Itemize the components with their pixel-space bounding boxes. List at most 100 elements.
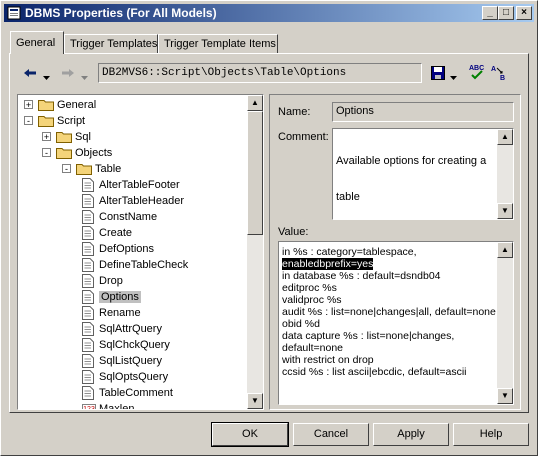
selected-text: enabledbprefix=yes: [282, 258, 374, 270]
collapse-icon[interactable]: -: [62, 164, 71, 174]
dbms-properties-window: DBMS Properties (For All Models) _ □ × G…: [0, 0, 538, 456]
comment-scrollbar[interactable]: ▲ ▼: [497, 129, 513, 219]
forward-dropdown[interactable]: [81, 67, 88, 85]
tree-node-label: Maxlen: [99, 403, 135, 410]
app-icon: [7, 6, 21, 20]
value-line: ccsid %s : list ascii|ebcdic, default=as…: [282, 366, 467, 378]
tree-node[interactable]: DefOptions: [82, 241, 154, 257]
value-line: editproc %s: [282, 282, 337, 294]
tab-trigger-templates[interactable]: Trigger Templates: [64, 34, 158, 53]
floppy-disk-icon: [431, 66, 445, 80]
back-dropdown[interactable]: [43, 67, 50, 85]
tree-node[interactable]: Options: [82, 289, 141, 305]
expand-icon[interactable]: +: [24, 100, 33, 110]
save-button[interactable]: [431, 66, 445, 84]
tree-node[interactable]: Drop: [82, 273, 123, 289]
scroll-thumb[interactable]: [247, 111, 263, 235]
ok-button[interactable]: OK: [211, 422, 289, 447]
tree-node[interactable]: - Table: [62, 161, 122, 177]
tab-trigger-template-items[interactable]: Trigger Template Items: [158, 34, 278, 53]
document-icon: [82, 274, 94, 289]
document-icon: [82, 226, 94, 241]
tree-node[interactable]: DefineTableCheck: [82, 257, 188, 273]
tree-node[interactable]: AlterTableHeader: [82, 193, 184, 209]
cancel-button[interactable]: Cancel: [293, 423, 369, 446]
chevron-down-icon: [81, 76, 88, 80]
tree-node[interactable]: Create: [82, 225, 132, 241]
scroll-up-button[interactable]: ▲: [247, 95, 263, 111]
tree-node[interactable]: - Objects: [42, 145, 113, 161]
comment-line: Available options for creating a: [336, 155, 487, 167]
document-icon: [82, 322, 94, 337]
forward-arrow-icon: [62, 69, 74, 77]
tree-node-label: Drop: [99, 275, 123, 287]
window-title: DBMS Properties (For All Models): [25, 6, 217, 20]
value-line: default=none: [282, 342, 344, 354]
expand-icon[interactable]: +: [42, 132, 51, 142]
tree-node-label: SqlAttrQuery: [99, 323, 162, 335]
tree-vertical-scrollbar[interactable]: ▲ ▼: [247, 95, 263, 409]
tree-node[interactable]: SqlAttrQuery: [82, 321, 162, 337]
tab-strip: General Trigger Templates Trigger Templa…: [1, 31, 538, 55]
tree-node-label: SqlOptsQuery: [99, 371, 169, 383]
tree-node[interactable]: Rename: [82, 305, 141, 321]
document-icon: [82, 242, 94, 257]
tree-node[interactable]: SqlOptsQuery: [82, 369, 168, 385]
replace-icon: A B: [491, 66, 505, 82]
save-dropdown[interactable]: [450, 67, 457, 85]
path-field: DB2MVS6::Script\Objects\Table\Options: [98, 63, 422, 83]
folder-icon: [38, 99, 54, 112]
tree-node-label: AlterTableFooter: [99, 179, 180, 191]
collapse-icon[interactable]: -: [24, 116, 33, 126]
value-field[interactable]: in %s : category=tablespace, enabledbpref…: [278, 241, 514, 405]
tree-node[interactable]: ConstName: [82, 209, 157, 225]
scroll-down-button[interactable]: ▼: [497, 388, 513, 404]
tree-node[interactable]: + Sql: [42, 129, 91, 145]
folder-icon: [56, 147, 72, 160]
scroll-up-button[interactable]: ▲: [497, 129, 513, 145]
comment-label: Comment:: [278, 131, 329, 143]
scroll-up-button[interactable]: ▲: [497, 242, 513, 258]
svg-text:B: B: [500, 75, 505, 81]
collapse-icon[interactable]: -: [42, 148, 51, 158]
tree-node[interactable]: SqlChckQuery: [82, 337, 170, 353]
value-line: enabledbprefix=yes: [282, 258, 496, 270]
tree-node[interactable]: + General: [24, 97, 97, 113]
back-button[interactable]: [23, 65, 37, 83]
name-field[interactable]: Options: [332, 102, 514, 122]
value-line: audit %s : list=none|changes|all, defaul…: [282, 306, 496, 318]
value-line: in %s : category=tablespace,: [282, 246, 417, 258]
title-bar: DBMS Properties (For All Models) _ □ ×: [4, 4, 534, 22]
tree-node-label: Objects: [75, 147, 113, 159]
value-line: with restrict on drop: [282, 354, 374, 366]
comment-field[interactable]: Available options for creating a table ▲…: [332, 128, 514, 220]
apply-button[interactable]: Apply: [373, 423, 449, 446]
close-button[interactable]: ×: [516, 6, 532, 20]
tree-node-label: AlterTableHeader: [99, 195, 184, 207]
spell-check-button[interactable]: ABC: [469, 63, 485, 81]
help-button[interactable]: Help: [453, 423, 529, 446]
value-scrollbar[interactable]: ▲ ▼: [497, 242, 513, 404]
item-properties-panel: Name: Options Comment: Available options…: [269, 94, 521, 410]
forward-button[interactable]: [61, 65, 75, 83]
tree-node[interactable]: SqlListQuery: [82, 353, 162, 369]
maximize-button[interactable]: □: [498, 6, 514, 20]
comment-text: Available options for creating a table: [336, 131, 486, 227]
value-label: Value:: [278, 226, 309, 238]
dbms-tree-view[interactable]: + General - Script + Sql - Objects - Table AlterTa…: [17, 94, 264, 410]
document-icon: [82, 306, 94, 321]
tree-node-label: General: [57, 99, 97, 111]
tree-node[interactable]: AlterTableFooter: [82, 177, 180, 193]
tab-general[interactable]: General: [10, 31, 64, 54]
replace-button[interactable]: A B: [491, 63, 509, 82]
tree-node-label: Table: [95, 163, 122, 175]
tree-node[interactable]: TableComment: [82, 385, 173, 401]
number-icon: 123: [82, 404, 96, 409]
tree-node-label: DefineTableCheck: [99, 259, 189, 271]
tree-node[interactable]: 123 Maxlen: [82, 401, 135, 410]
scroll-down-button[interactable]: ▼: [497, 203, 513, 219]
tree-node[interactable]: - Script: [24, 113, 85, 129]
document-icon: [82, 290, 94, 305]
minimize-button[interactable]: _: [482, 6, 498, 20]
scroll-down-button[interactable]: ▼: [247, 393, 263, 409]
